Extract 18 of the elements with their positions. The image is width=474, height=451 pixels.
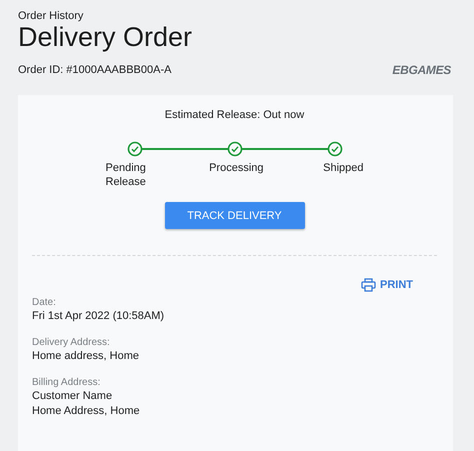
field-value: Home address, Home xyxy=(32,349,140,364)
print-button[interactable]: PRINT xyxy=(361,278,413,292)
field-value: Customer Name xyxy=(32,389,114,404)
step-label: Pending Release xyxy=(106,161,147,189)
field-label: Date: xyxy=(32,296,57,309)
order-id: Order ID: #1000AAABBB00A-A xyxy=(18,64,172,76)
release-status: Estimated Release: Out now xyxy=(164,109,304,121)
field-value: Home Address, Home xyxy=(32,404,141,419)
field-label: Delivery Address: xyxy=(32,336,111,349)
step-label: Processing xyxy=(209,161,264,176)
page-title: Delivery Order xyxy=(18,22,194,52)
track-delivery-button[interactable]: TRACK DELIVERY xyxy=(164,202,304,229)
breadcrumb[interactable]: Order History xyxy=(18,10,454,22)
printer-icon xyxy=(361,278,376,292)
field-label: Billing Address: xyxy=(32,376,102,389)
step-label: Shipped xyxy=(323,161,364,176)
logo: EBGAMES xyxy=(392,63,451,77)
field-value: Fri 1st Apr 2022 (10:58AM) xyxy=(32,309,166,324)
